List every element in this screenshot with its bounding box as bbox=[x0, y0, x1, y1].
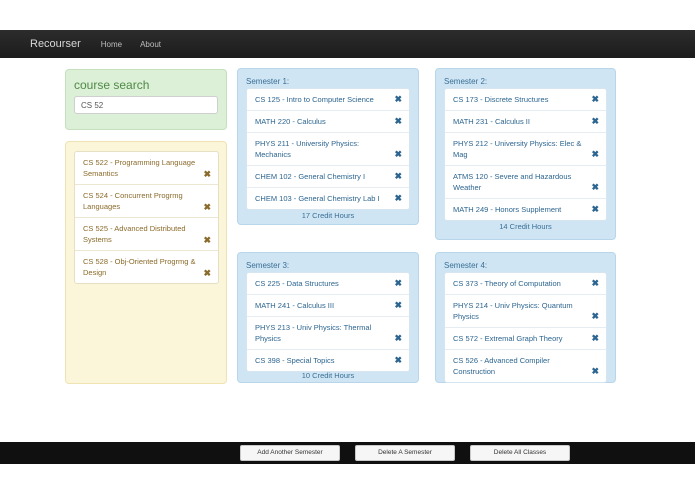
add-semester-button[interactable]: Add Another Semester bbox=[240, 445, 340, 461]
course-item[interactable]: MATH 249 - Honors Supplement ✖ bbox=[445, 199, 606, 220]
course-item[interactable]: MATH 241 - Calculus III ✖ bbox=[247, 295, 409, 317]
course-label: PHYS 212 - University Physics: Elec & Ma… bbox=[453, 139, 582, 159]
close-icon[interactable]: ✖ bbox=[591, 367, 599, 376]
close-icon[interactable]: ✖ bbox=[394, 172, 402, 181]
search-result-item[interactable]: CS 528 - Obj-Oriented Progrmg & Design ✖ bbox=[75, 251, 218, 283]
result-label: CS 528 - Obj-Oriented Progrmg & Design bbox=[83, 257, 196, 277]
semester-2-course-list: CS 173 - Discrete Structures ✖ MATH 231 -… bbox=[444, 88, 607, 221]
semester-3-title: Semester 3: bbox=[246, 261, 290, 270]
close-icon[interactable]: ✖ bbox=[394, 150, 402, 159]
search-result-item[interactable]: CS 525 - Advanced Distributed Systems ✖ bbox=[75, 218, 218, 251]
course-label: MATH 249 - Honors Supplement bbox=[453, 205, 562, 214]
course-item[interactable]: CS 373 - Theory of Computation ✖ bbox=[445, 273, 606, 295]
result-label: CS 524 - Concurrent Progrmg Languages bbox=[83, 191, 183, 211]
course-label: CS 173 - Discrete Structures bbox=[453, 95, 549, 104]
course-item[interactable]: CS 572 - Extremal Graph Theory ✖ bbox=[445, 328, 606, 350]
course-item[interactable]: ATMS 120 - Severe and Hazardous Weather ✖ bbox=[445, 166, 606, 199]
course-search-title: course search bbox=[74, 78, 150, 92]
semester-1-credit-hours: 17 Credit Hours bbox=[301, 211, 355, 220]
course-item[interactable]: CS 125 - Intro to Computer Science ✖ bbox=[247, 89, 409, 111]
course-label: PHYS 214 - Univ Physics: Quantum Physics bbox=[453, 301, 573, 321]
semester-3-panel: Semester 3: CS 225 - Data Structures ✖ MA… bbox=[237, 252, 419, 383]
close-icon[interactable]: ✖ bbox=[203, 236, 211, 245]
course-item[interactable]: MATH 220 - Calculus ✖ bbox=[247, 111, 409, 133]
semester-1-panel: Semester 1: CS 125 - Intro to Computer S… bbox=[237, 68, 419, 225]
search-results-panel: CS 522 - Programming Language Semantics … bbox=[65, 141, 227, 384]
semester-1-course-list: CS 125 - Intro to Computer Science ✖ MATH… bbox=[246, 88, 410, 210]
close-icon[interactable]: ✖ bbox=[203, 170, 211, 179]
close-icon[interactable]: ✖ bbox=[591, 183, 599, 192]
course-item[interactable]: PHYS 213 - Univ Physics: Thermal Physics… bbox=[247, 317, 409, 350]
semester-2-title: Semester 2: bbox=[444, 77, 488, 86]
delete-all-classes-button[interactable]: Delete All Classes bbox=[470, 445, 570, 461]
close-icon[interactable]: ✖ bbox=[394, 301, 402, 310]
course-label: CS 373 - Theory of Computation bbox=[453, 279, 561, 288]
course-item[interactable]: CS 398 - Special Topics ✖ bbox=[247, 350, 409, 371]
course-label: CHEM 102 - General Chemistry I bbox=[255, 172, 366, 181]
nav-about-link[interactable]: About bbox=[140, 40, 161, 49]
course-item[interactable]: CS 225 - Data Structures ✖ bbox=[247, 273, 409, 295]
course-item[interactable]: CS 526 - Advanced Compiler Construction ✖ bbox=[445, 350, 606, 382]
semester-2-credit-hours: 14 Credit Hours bbox=[499, 222, 552, 231]
course-label: CS 572 - Extremal Graph Theory bbox=[453, 334, 563, 343]
course-label: MATH 220 - Calculus bbox=[255, 117, 326, 126]
course-item[interactable]: PHYS 214 - Univ Physics: Quantum Physics… bbox=[445, 295, 606, 328]
semester-2-panel: Semester 2: CS 173 - Discrete Structures… bbox=[435, 68, 616, 240]
close-icon[interactable]: ✖ bbox=[394, 356, 402, 365]
course-search-panel: course search bbox=[65, 69, 227, 130]
close-icon[interactable]: ✖ bbox=[394, 334, 402, 343]
brand-logo[interactable]: Recourser bbox=[30, 38, 81, 50]
semester-4-course-list: CS 373 - Theory of Computation ✖ PHYS 214… bbox=[444, 272, 607, 383]
close-icon[interactable]: ✖ bbox=[591, 117, 599, 126]
course-label: CHEM 103 - General Chemistry Lab I bbox=[255, 194, 380, 203]
result-label: CS 522 - Programming Language Semantics bbox=[83, 158, 196, 178]
close-icon[interactable]: ✖ bbox=[591, 205, 599, 214]
search-result-item[interactable]: CS 524 - Concurrent Progrmg Languages ✖ bbox=[75, 185, 218, 218]
close-icon[interactable]: ✖ bbox=[591, 334, 599, 343]
course-item[interactable]: MATH 231 - Calculus II ✖ bbox=[445, 111, 606, 133]
course-item[interactable]: CHEM 102 - General Chemistry I ✖ bbox=[247, 166, 409, 188]
delete-semester-button[interactable]: Delete A Semester bbox=[355, 445, 455, 461]
course-label: PHYS 213 - Univ Physics: Thermal Physics bbox=[255, 323, 372, 343]
close-icon[interactable]: ✖ bbox=[394, 279, 402, 288]
course-label: CS 398 - Special Topics bbox=[255, 356, 335, 365]
semester-4-panel: Semester 4: CS 373 - Theory of Computati… bbox=[435, 252, 616, 383]
course-label: MATH 231 - Calculus II bbox=[453, 117, 530, 126]
close-icon[interactable]: ✖ bbox=[394, 194, 402, 203]
course-label: CS 526 - Advanced Compiler Construction bbox=[453, 356, 550, 376]
course-item[interactable]: PHYS 211 - University Physics: Mechanics… bbox=[247, 133, 409, 166]
top-navbar: Recourser Home About bbox=[0, 30, 695, 58]
course-label: PHYS 211 - University Physics: Mechanics bbox=[255, 139, 360, 159]
nav-home-link[interactable]: Home bbox=[101, 40, 122, 49]
semester-3-course-list: CS 225 - Data Structures ✖ MATH 241 - Cal… bbox=[246, 272, 410, 372]
course-item[interactable]: PHYS 212 - University Physics: Elec & Ma… bbox=[445, 133, 606, 166]
bottom-action-bar: Add Another Semester Delete A Semester D… bbox=[0, 442, 695, 464]
search-results-list: CS 522 - Programming Language Semantics … bbox=[74, 151, 219, 284]
course-label: CS 125 - Intro to Computer Science bbox=[255, 95, 374, 104]
course-item[interactable]: CHEM 103 - General Chemistry Lab I ✖ bbox=[247, 188, 409, 209]
close-icon[interactable]: ✖ bbox=[394, 117, 402, 126]
close-icon[interactable]: ✖ bbox=[591, 150, 599, 159]
semester-3-credit-hours: 10 Credit Hours bbox=[301, 371, 355, 380]
course-label: MATH 241 - Calculus III bbox=[255, 301, 335, 310]
close-icon[interactable]: ✖ bbox=[203, 269, 211, 278]
close-icon[interactable]: ✖ bbox=[203, 203, 211, 212]
close-icon[interactable]: ✖ bbox=[591, 279, 599, 288]
course-item[interactable]: CS 173 - Discrete Structures ✖ bbox=[445, 89, 606, 111]
close-icon[interactable]: ✖ bbox=[394, 95, 402, 104]
semester-4-title: Semester 4: bbox=[444, 261, 488, 270]
semester-1-title: Semester 1: bbox=[246, 77, 290, 86]
search-result-item[interactable]: CS 522 - Programming Language Semantics … bbox=[75, 152, 218, 185]
course-label: ATMS 120 - Severe and Hazardous Weather bbox=[453, 172, 572, 192]
result-label: CS 525 - Advanced Distributed Systems bbox=[83, 224, 186, 244]
course-label: CS 225 - Data Structures bbox=[255, 279, 339, 288]
close-icon[interactable]: ✖ bbox=[591, 95, 599, 104]
course-search-input[interactable] bbox=[74, 96, 218, 114]
close-icon[interactable]: ✖ bbox=[591, 312, 599, 321]
